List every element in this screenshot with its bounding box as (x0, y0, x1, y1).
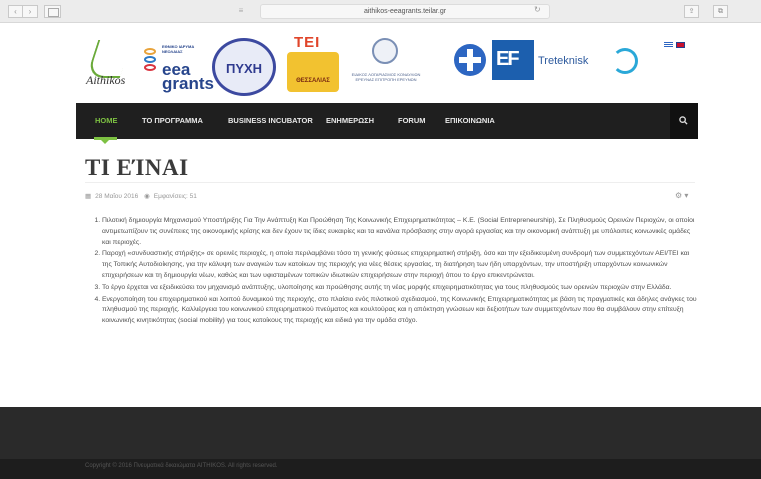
treteknisk-text: Treteknisk (538, 55, 589, 67)
list-item: Πιλοτική δημιουργία Μηχανισμού Υποστήριξ… (102, 216, 699, 248)
partner-logos: Aithikos ΕΘΝΙΚΟ ΙΔΡΥΜΑ ΝΕΟΛΑΙΑΣ eea gran… (84, 34, 694, 104)
nav-item-home[interactable]: HOME (95, 103, 118, 139)
main-navbar: HOME ΤΟ ΠΡΟΓΡΑΜΜΑ BUSINESS INCUBATOR ΕΝΗ… (76, 103, 698, 139)
calendar-icon: ▦ (85, 193, 92, 200)
reader-icon[interactable]: ≡ (235, 5, 247, 16)
grants-word: grants (162, 74, 214, 93)
research-committee-logo[interactable]: ΕΙΔΙΚΟΣ ΛΟΓΑΡΙΑΣΜΟΣ ΚΟΝΔΥΛΙΩΝ ΕΡΕΥΝΑΣ ΕΠ… (346, 38, 426, 96)
nav-item-forum[interactable]: FORUM (398, 103, 426, 139)
tabs-button[interactable]: ⧉ (713, 5, 728, 18)
reload-icon[interactable]: ↻ (534, 5, 541, 14)
goals-list: Πιλοτική δημιουργία Μηχανισμού Υποστήριξ… (94, 216, 699, 327)
article-body: Πιλοτική δημιουργία Μηχανισμού Υποστήριξ… (94, 216, 699, 328)
sidebar-toggle-button[interactable] (44, 5, 61, 18)
nav-item-program[interactable]: ΤΟ ΠΡΟΓΡΑΜΜΑ (142, 103, 203, 139)
address-bar[interactable]: aithikos-eeagrants.teilar.gr (260, 4, 550, 19)
treteknisk-swirl-icon (612, 48, 638, 74)
copyright-text: Copyright © 2016 Πνευματικά δικαιώματα A… (85, 463, 278, 469)
eye-icon: ◉ (144, 193, 150, 200)
eea-small-text: ΕΘΝΙΚΟ ΙΔΡΥΜΑ ΝΕΟΛΑΙΑΣ (162, 44, 195, 54)
tei-thessalias-logo[interactable]: ΤΕΙ ΘΕΣΣΑΛΙΑΣ (284, 34, 342, 94)
title-divider (85, 182, 695, 183)
list-item: Παροχή «συνδυαστικής στήριξης» σε ορεινέ… (102, 249, 699, 281)
nav-item-contact[interactable]: ΕΠΙΚΟΙΝΩΝΙΑ (445, 103, 495, 139)
tei-logo-subtext: ΘΕΣΣΑΛΙΑΣ (296, 78, 330, 84)
list-item: Ενεργοποίηση του επιχειρηματικού και λοι… (102, 295, 699, 327)
article-views: Εμφανίσεις: 51 (153, 193, 197, 200)
list-item: Το έργο έρχεται να εξειδικεύσει τον μηχα… (102, 283, 699, 294)
gear-icon[interactable]: ⚙ ▾ (675, 191, 688, 200)
eea-swirl-icon (144, 48, 158, 78)
research-committee-text: ΕΙΔΙΚΟΣ ΛΟΓΑΡΙΑΣΜΟΣ ΚΟΝΔΥΛΙΩΝ ΕΡΕΥΝΑΣ ΕΠ… (351, 72, 421, 82)
eea-grants-logo[interactable]: ΕΘΝΙΚΟ ΙΔΡΥΜΑ ΝΕΟΛΑΙΑΣ eea grants (144, 44, 214, 96)
tei-logo-box: ΘΕΣΣΑΛΙΑΣ (287, 52, 339, 92)
share-button[interactable]: ⇪ (684, 5, 699, 18)
article-meta: ▦ 28 Μαΐου 2016 ◉ Εμφανίσεις: 51 (85, 192, 197, 200)
aithikos-logo[interactable]: Aithikos (84, 36, 134, 94)
ef-logo[interactable]: EF (492, 40, 534, 80)
history-nav: ‹ › (8, 5, 38, 18)
tei-logo-text: ΤΕΙ (294, 34, 321, 51)
greek-flag-icon[interactable] (664, 42, 673, 48)
pyxh-logo[interactable]: ΠΥΧΗ (212, 38, 276, 96)
forward-button[interactable]: › (23, 5, 38, 18)
footer (0, 407, 761, 459)
nav-item-business-incubator[interactable]: BUSINESS INCUBATOR (228, 103, 313, 139)
active-nav-pointer-icon (100, 139, 110, 144)
aithikos-logo-text: Aithikos (86, 73, 126, 87)
nav-item-news[interactable]: ΕΝΗΜΕΡΩΣΗ (326, 103, 374, 139)
greek-cross-icon[interactable] (454, 44, 486, 76)
search-button[interactable] (670, 103, 698, 139)
page-title: ΤΙ ΕΊΝΑΙ (85, 155, 189, 180)
back-button[interactable]: ‹ (8, 5, 23, 18)
seal-icon (372, 38, 398, 64)
ef-logo-text: EF (496, 48, 520, 70)
article-date: 28 Μαΐου 2016 (95, 193, 139, 200)
uk-flag-icon[interactable] (676, 42, 685, 48)
language-switcher (664, 42, 685, 48)
browser-toolbar: ‹ › ≡ aithikos-eeagrants.teilar.gr ↻ ⇪ ⧉ (0, 0, 761, 23)
footer-bottom-bar: Copyright © 2016 Πνευματικά δικαιώματα A… (0, 459, 761, 479)
search-icon (679, 116, 688, 125)
treteknisk-logo[interactable]: Treteknisk (538, 48, 648, 78)
pyxh-logo-text: ΠΥΧΗ (225, 61, 263, 76)
